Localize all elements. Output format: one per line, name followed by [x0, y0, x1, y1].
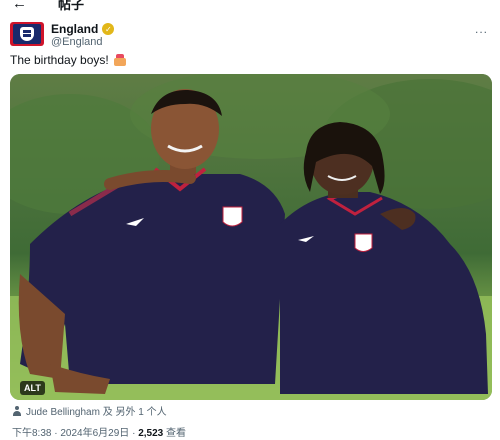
verified-badge-icon: ✓ — [102, 23, 115, 35]
alt-text-badge[interactable]: ALT — [20, 381, 45, 395]
author-name[interactable]: England — [51, 22, 98, 36]
photo-illustration — [10, 74, 492, 400]
page-title: 帖子 — [58, 0, 85, 12]
top-bar: ← 帖子 — [0, 0, 500, 14]
author-name-line[interactable]: England ✓ — [51, 22, 115, 36]
three-lions-crest-icon — [20, 27, 34, 41]
tagged-people-text[interactable]: Jude Bellingham 及 另外 1 个人 — [26, 403, 167, 418]
tweet-text: The birthday boys! — [10, 53, 127, 67]
tweet-time[interactable]: 下午8:38 — [12, 428, 51, 439]
tweet-photo[interactable] — [10, 74, 492, 400]
back-arrow-icon[interactable]: ← — [12, 0, 27, 11]
meta-separator: · — [129, 428, 139, 439]
birthday-cake-emoji-icon — [113, 54, 127, 66]
right-player-crest — [354, 233, 373, 252]
tweet-meta: 下午8:38 · 2024年6月29日 · 2,523 查看 — [12, 424, 186, 439]
avatar[interactable] — [10, 22, 44, 46]
view-count: 2,523 — [138, 428, 164, 439]
left-player-crest — [222, 206, 243, 227]
tweet-date[interactable]: 2024年6月29日 — [60, 428, 129, 439]
person-icon — [12, 405, 22, 416]
tweet-header: England ✓ @England ... — [0, 20, 500, 50]
tweet-text-content: The birthday boys! — [10, 53, 109, 67]
tagged-people[interactable]: Jude Bellingham 及 另外 1 个人 — [12, 403, 167, 418]
more-options-icon[interactable]: ... — [475, 22, 488, 36]
view-label: 查看 — [166, 428, 186, 439]
author-handle[interactable]: @England — [51, 36, 103, 48]
